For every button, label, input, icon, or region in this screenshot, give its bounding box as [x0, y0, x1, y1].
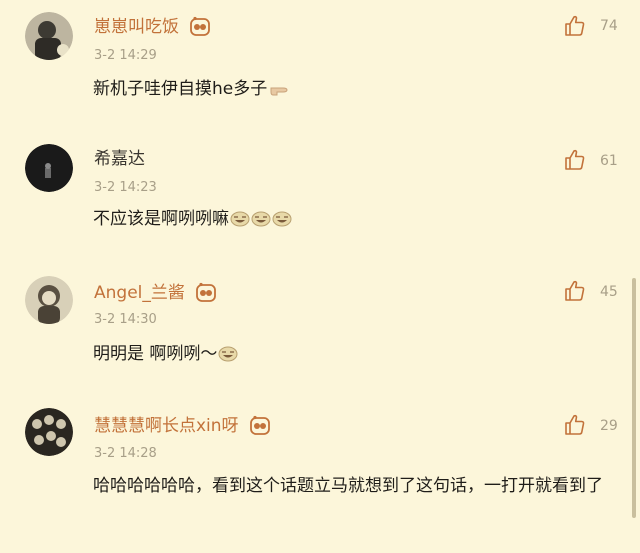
comment-time: 3-2 14:28	[94, 446, 157, 461]
username[interactable]: Angel_兰酱	[94, 282, 217, 304]
like-count: 74	[600, 18, 618, 34]
comment-text: 不应该是啊咧咧嘛	[93, 205, 613, 233]
like-icon[interactable]	[563, 279, 587, 303]
avatar[interactable]	[25, 408, 73, 456]
comment-time: 3-2 14:30	[94, 312, 157, 327]
like-icon[interactable]	[563, 148, 587, 172]
comment-time: 3-2 14:29	[94, 48, 157, 63]
username[interactable]: 慧慧慧啊长点xin呀	[94, 415, 271, 437]
like-icon[interactable]	[563, 413, 587, 437]
laughing-emoji-icon	[251, 211, 271, 227]
comment-text: 明明是 啊咧咧～	[93, 340, 613, 368]
comment-text: 新机子哇伊自摸he多子	[93, 75, 613, 103]
avatar[interactable]	[25, 144, 73, 192]
member-badge-icon	[189, 16, 211, 38]
laughing-emoji-icon	[272, 211, 292, 227]
avatar[interactable]	[25, 12, 73, 60]
like-icon[interactable]	[563, 14, 587, 38]
scrollbar[interactable]	[632, 278, 636, 518]
comment-text: 哈哈哈哈哈哈，看到这个话题立马就想到了这句话，一打开就看到了	[93, 476, 603, 496]
laughing-emoji-icon	[218, 346, 238, 362]
laughing-emoji-icon	[230, 211, 250, 227]
comment-time: 3-2 14:23	[94, 180, 157, 195]
pointing-hand-icon	[269, 81, 291, 97]
like-count: 45	[600, 284, 618, 300]
like-count: 29	[600, 418, 618, 434]
member-badge-icon	[249, 415, 271, 437]
member-badge-icon	[195, 282, 217, 304]
username[interactable]: 希嘉达	[94, 149, 145, 169]
username[interactable]: 崽崽叫吃饭	[94, 16, 211, 38]
like-count: 61	[600, 153, 618, 169]
avatar[interactable]	[25, 276, 73, 324]
